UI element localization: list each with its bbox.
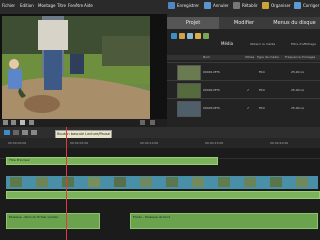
media-icon[interactable] bbox=[171, 33, 177, 39]
image-icon[interactable] bbox=[203, 33, 209, 39]
menu-fenetre[interactable]: Fenêtre bbox=[68, 3, 83, 8]
tick-label: 00:00:15:00 bbox=[205, 141, 224, 145]
clip-frame bbox=[270, 177, 282, 187]
media-row[interactable]: 00001.MTS Film 25,00 i/s bbox=[167, 62, 320, 81]
redo-icon bbox=[233, 2, 240, 9]
fix-icon bbox=[294, 2, 301, 9]
col-frequence[interactable]: Fréquence d'images bbox=[285, 55, 315, 59]
tick-label: 00:00:05:00 bbox=[70, 141, 89, 145]
organiser-button[interactable]: Organiser bbox=[262, 2, 291, 9]
settings-icon[interactable] bbox=[150, 120, 155, 125]
clip-frame bbox=[62, 177, 74, 187]
clip-frame bbox=[114, 177, 126, 187]
audio-clip[interactable]: Musique - Nom du fichier (Audio) bbox=[6, 213, 100, 229]
timeline-view-icon[interactable] bbox=[4, 130, 10, 135]
retablir-button[interactable]: Rétablir bbox=[233, 2, 258, 9]
video-preview[interactable] bbox=[2, 16, 150, 119]
clip-frame bbox=[192, 177, 204, 187]
menu-montage[interactable]: Montage bbox=[38, 3, 55, 8]
clip-frame bbox=[10, 177, 22, 187]
zoom-out-icon[interactable] bbox=[22, 130, 28, 135]
col-type[interactable]: Type de média bbox=[257, 55, 279, 59]
clip-frame bbox=[166, 177, 178, 187]
video-audio-track[interactable] bbox=[6, 191, 320, 199]
organizer-icon bbox=[262, 2, 269, 9]
clip-frame bbox=[244, 177, 256, 187]
tab-menus-disque[interactable]: Menus du disque bbox=[269, 17, 320, 29]
clip-frame bbox=[140, 177, 152, 187]
media-name: 00003.MTS bbox=[203, 106, 220, 110]
menu-fichier[interactable]: Fichier bbox=[2, 3, 15, 8]
tick-label: 00:00:20:00 bbox=[270, 141, 289, 145]
clip-frame bbox=[88, 177, 100, 187]
clip-frame bbox=[296, 177, 308, 187]
tick-label: 00:00:00:00 bbox=[8, 141, 27, 145]
clip-thumbnail bbox=[177, 65, 201, 81]
preview-frame bbox=[2, 16, 150, 119]
clip-thumbnail bbox=[177, 101, 201, 117]
undo-icon bbox=[204, 2, 211, 9]
film-icon[interactable] bbox=[187, 33, 193, 39]
rewind-icon[interactable] bbox=[3, 120, 8, 125]
menu-edition[interactable]: Edition bbox=[20, 3, 34, 8]
menu-aide[interactable]: Aide bbox=[84, 3, 93, 8]
media-label: Média bbox=[221, 41, 234, 46]
corriger-button[interactable]: Corriger bbox=[294, 2, 319, 9]
audio-clip[interactable]: Fondu - Musique de fond bbox=[130, 213, 318, 229]
clip-frame bbox=[36, 177, 48, 187]
panel-tabs: Projet Modifier Menus du disque bbox=[167, 17, 320, 29]
menubar: Fichier Edition Montage Titre Fenêtre Ai… bbox=[0, 0, 320, 12]
folder-icon[interactable] bbox=[179, 33, 185, 39]
media-used: ✔ bbox=[247, 88, 250, 92]
media-type: Film bbox=[259, 106, 266, 110]
media-rate: 25,00 i/s bbox=[291, 106, 304, 110]
fullscreen-icon[interactable] bbox=[140, 120, 145, 125]
media-name: 00002.MTS bbox=[203, 88, 220, 92]
clip-thumbnail bbox=[177, 83, 201, 99]
media-row[interactable]: 00002.MTS ✔ Film 25,00 i/s bbox=[167, 80, 320, 99]
play-pause-icon[interactable] bbox=[20, 120, 25, 125]
annuler-button[interactable]: Annuler bbox=[204, 2, 229, 9]
zoom-in-icon[interactable] bbox=[31, 130, 37, 135]
col-utilise[interactable]: Utilisé bbox=[245, 55, 254, 59]
media-type: Film bbox=[259, 88, 266, 92]
audio-icon[interactable] bbox=[195, 33, 201, 39]
save-icon bbox=[168, 2, 175, 9]
timeline-toolbar bbox=[0, 127, 320, 138]
transport-bar bbox=[0, 119, 167, 127]
filtre-affichage-link[interactable]: Filtre d'affichage bbox=[291, 42, 316, 46]
media-rate: 25,00 i/s bbox=[291, 70, 304, 74]
title-clip[interactable]: Titre Principal bbox=[6, 157, 218, 165]
sceneline-view-icon[interactable] bbox=[13, 130, 19, 135]
media-rate: 25,00 i/s bbox=[291, 88, 304, 92]
playhead[interactable] bbox=[66, 127, 67, 240]
enregistrer-button[interactable]: Enregistrer bbox=[168, 2, 199, 9]
media-used: ✔ bbox=[247, 106, 250, 110]
media-row[interactable]: 00003.MTS ✔ Film 25,00 i/s bbox=[167, 98, 320, 117]
timeline-ruler[interactable]: 00:00:00:00 00:00:05:00 00:00:10:00 00:0… bbox=[0, 138, 320, 148]
step-forward-icon[interactable] bbox=[29, 120, 34, 125]
media-table-header: Nom Utilisé Type de média Fréquence d'im… bbox=[167, 55, 320, 60]
clip-frame bbox=[218, 177, 230, 187]
step-back-icon[interactable] bbox=[11, 120, 16, 125]
media-name: 00001.MTS bbox=[203, 70, 220, 74]
menu-titre[interactable]: Titre bbox=[57, 3, 66, 8]
tab-modifier[interactable]: Modifier bbox=[219, 17, 269, 29]
tick-label: 00:00:10:00 bbox=[140, 141, 159, 145]
timeline-tracks: Titre Principal Musique - Nom du fichier… bbox=[0, 148, 320, 240]
obtenir-media-link[interactable]: Obtenir le média bbox=[250, 42, 275, 46]
media-icon-row bbox=[171, 33, 211, 39]
media-type: Film bbox=[259, 70, 266, 74]
col-nom[interactable]: Nom bbox=[203, 55, 210, 59]
media-panel: Média Obtenir le média Filtre d'affichag… bbox=[167, 29, 320, 127]
tab-projet[interactable]: Projet bbox=[167, 17, 219, 29]
video-clip-track[interactable] bbox=[6, 176, 318, 189]
